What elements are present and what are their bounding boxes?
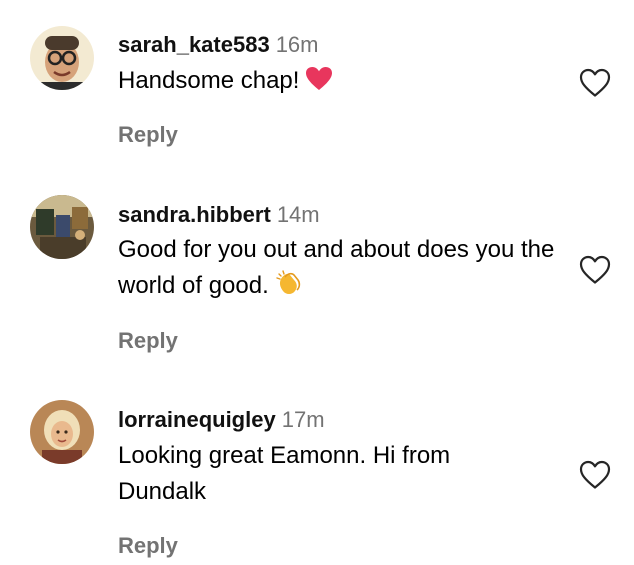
username[interactable]: sarah_kate583	[118, 32, 270, 57]
avatar[interactable]	[30, 195, 94, 259]
reply-button[interactable]: Reply	[118, 328, 178, 354]
avatar-image	[30, 195, 94, 259]
like-button[interactable]	[579, 68, 611, 98]
avatar[interactable]	[30, 26, 94, 90]
comment-time: 16m	[275, 32, 319, 57]
reply-button[interactable]: Reply	[118, 122, 178, 148]
heart-outline-icon	[579, 255, 611, 284]
comment-text: Looking great Eamonn. Hi from Dundalk	[118, 438, 538, 510]
avatar[interactable]	[30, 400, 94, 464]
comment-text-content: Good for you out and about does you the …	[118, 236, 555, 299]
comment-text-content: Handsome chap!	[118, 67, 300, 94]
heart-outline-icon	[579, 460, 611, 489]
comment-time: 14m	[276, 202, 320, 227]
comment-header: lorrainequigley 17m	[118, 407, 325, 433]
comment-text: Good for you out and about does you the …	[118, 232, 558, 308]
avatar-image	[30, 26, 94, 90]
like-button[interactable]	[579, 255, 611, 285]
comment-header: sandra.hibbert 14m	[118, 202, 320, 228]
comment-time: 17m	[281, 407, 325, 432]
avatar-image	[30, 400, 94, 464]
clapping-hands-emoji	[275, 269, 303, 308]
heart-emoji	[305, 66, 333, 103]
like-button[interactable]	[579, 460, 611, 490]
username[interactable]: sandra.hibbert	[118, 202, 271, 227]
comment-text: Handsome chap!	[118, 63, 558, 103]
heart-outline-icon	[579, 68, 611, 97]
comment-text-content: Looking great Eamonn. Hi from Dundalk	[118, 442, 451, 505]
username[interactable]: lorrainequigley	[118, 407, 276, 432]
comment-header: sarah_kate583 16m	[118, 32, 318, 58]
reply-button[interactable]: Reply	[118, 533, 178, 559]
